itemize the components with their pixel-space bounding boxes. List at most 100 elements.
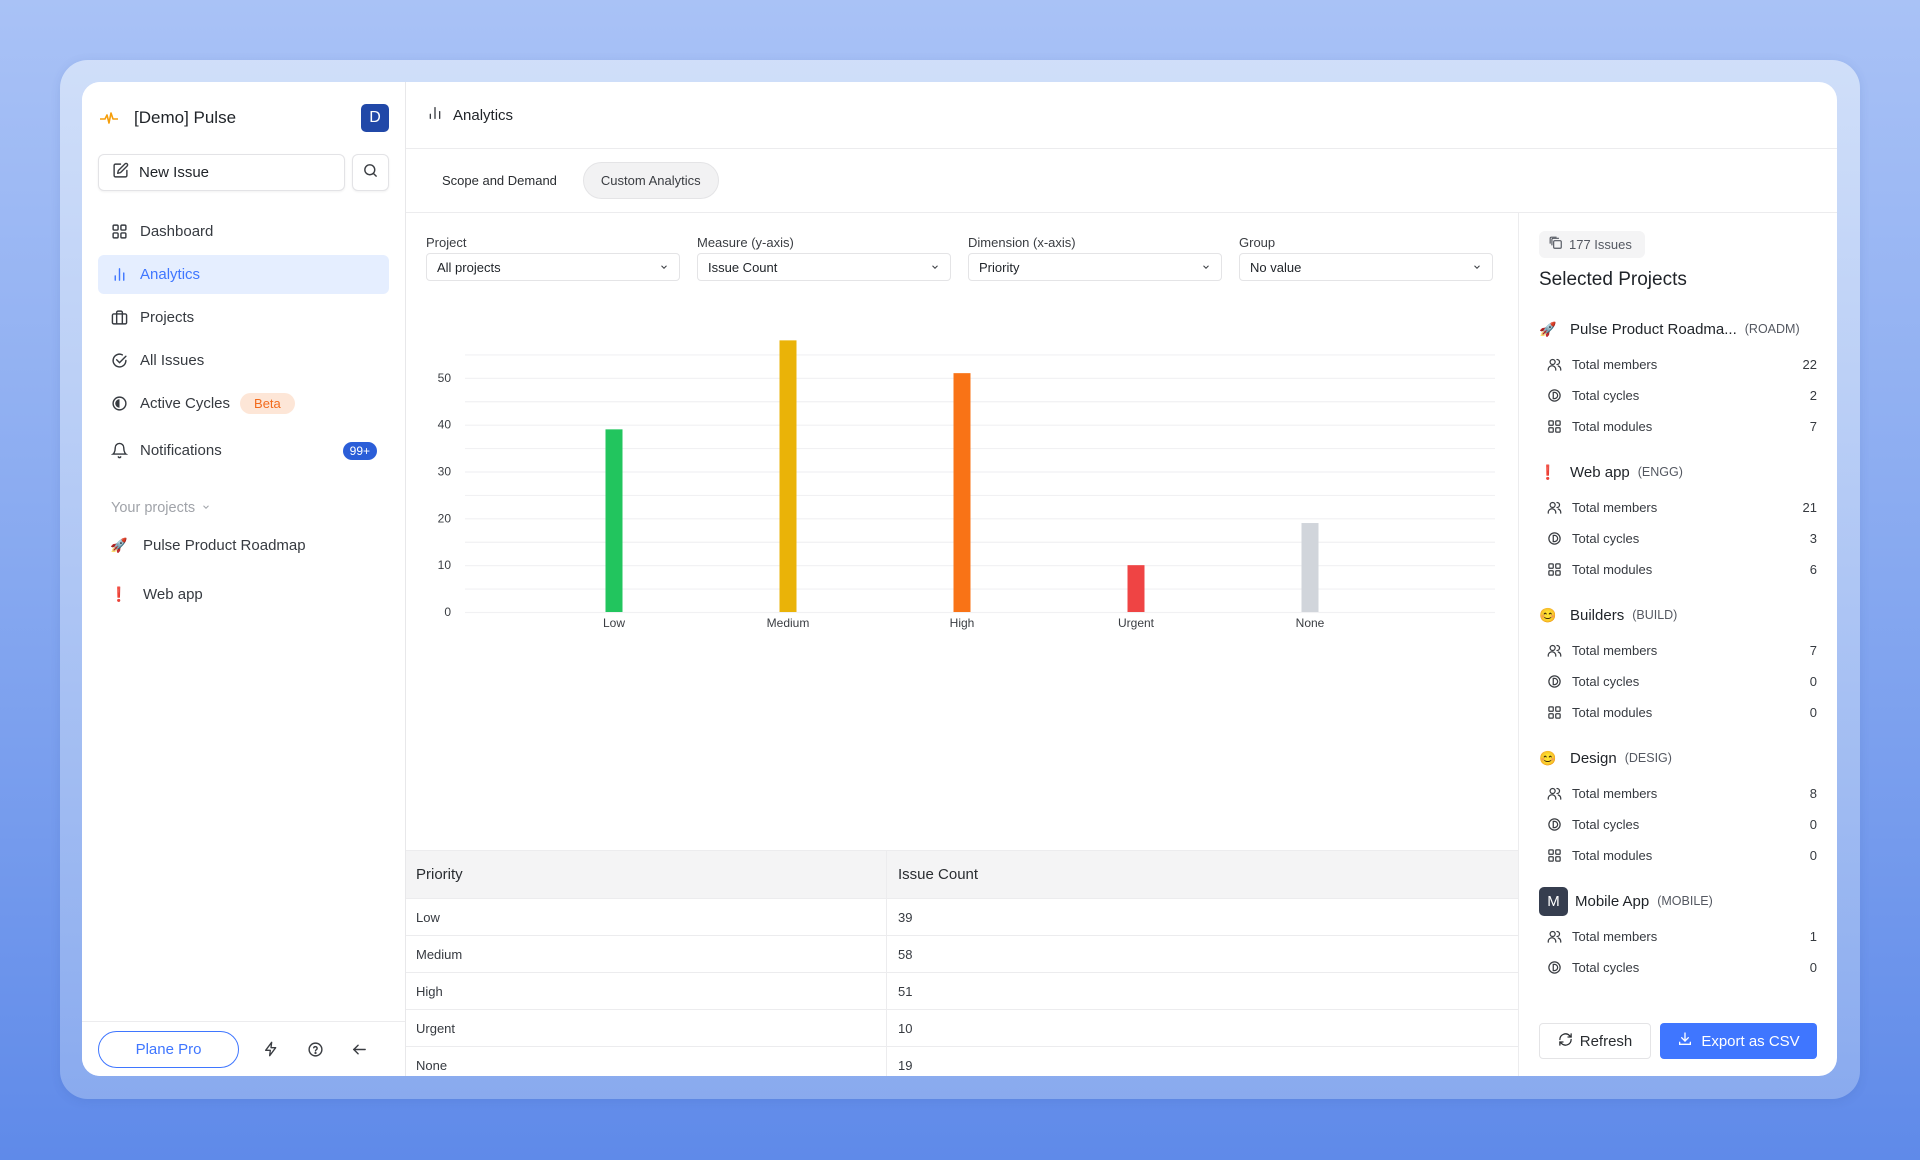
modules-icon bbox=[1547, 705, 1562, 720]
search-icon bbox=[362, 162, 379, 184]
stat-value: 1 bbox=[1809, 929, 1817, 944]
filter-label: Project bbox=[426, 235, 467, 250]
sidebar-item-all-issues[interactable]: All Issues bbox=[98, 341, 389, 380]
stat-label: Total cycles bbox=[1572, 388, 1640, 403]
group-select[interactable]: No value bbox=[1239, 253, 1493, 281]
stat-label: Total members bbox=[1572, 643, 1658, 658]
stat-value: 3 bbox=[1809, 531, 1817, 546]
collapse-sidebar-arrow-icon[interactable] bbox=[349, 1039, 369, 1059]
sidebar-item-analytics[interactable]: Analytics bbox=[98, 255, 389, 294]
project-summary-header: M Mobile App (MOBILE) bbox=[1539, 881, 1817, 921]
check-circle-icon bbox=[110, 352, 128, 370]
selected-projects-list[interactable]: 🚀 Pulse Product Roadma... (ROADM) Total mem… bbox=[1539, 309, 1817, 1014]
project-stat-row: Total cycles 2 bbox=[1539, 380, 1817, 411]
rocket-icon: 🚀 bbox=[110, 537, 128, 553]
y-tick-label: 0 bbox=[444, 605, 451, 619]
layers-icon bbox=[1549, 236, 1563, 253]
sidebar-item-projects[interactable]: Projects bbox=[98, 298, 389, 337]
pulse-icon bbox=[98, 107, 120, 129]
stat-label: Total cycles bbox=[1572, 817, 1640, 832]
stat-label: Total members bbox=[1572, 500, 1658, 515]
tab-scope-and-demand[interactable]: Scope and Demand bbox=[428, 162, 571, 199]
table-cell: 19 bbox=[898, 1057, 913, 1073]
table-row: Low 39 bbox=[406, 899, 1518, 936]
cycle-icon bbox=[1547, 531, 1562, 546]
plane-pro-button[interactable]: Plane Pro bbox=[98, 1030, 239, 1068]
y-tick-label: 30 bbox=[438, 465, 452, 479]
measure-select[interactable]: Issue Count bbox=[697, 253, 951, 281]
bar-urgent[interactable] bbox=[1127, 565, 1145, 612]
project-stat-row: Total members 8 bbox=[1539, 778, 1817, 809]
stat-value: 0 bbox=[1809, 960, 1817, 975]
cycle-icon bbox=[1547, 817, 1562, 832]
bar-chart: 0 10 20 30 40 50 Low Medium High Urgent None bbox=[406, 330, 1518, 723]
members-icon bbox=[1547, 786, 1562, 801]
column-header-priority[interactable]: Priority bbox=[406, 851, 887, 898]
table-cell: 10 bbox=[898, 1020, 913, 1036]
bar-none[interactable] bbox=[1301, 523, 1319, 612]
members-icon bbox=[1547, 357, 1562, 372]
sidebar-item-active-cycles[interactable]: Active Cycles Beta bbox=[98, 384, 389, 423]
y-tick-label: 10 bbox=[438, 558, 452, 572]
grid-icon bbox=[110, 223, 128, 241]
tab-custom-analytics[interactable]: Custom Analytics bbox=[582, 162, 719, 199]
search-button[interactable] bbox=[352, 154, 389, 191]
new-issue-button[interactable]: New Issue bbox=[98, 154, 345, 191]
sidebar-project-pulse-product-roadmap[interactable]: 🚀 Pulse Product Roadmap bbox=[110, 537, 306, 554]
dimension-select[interactable]: Priority bbox=[968, 253, 1222, 281]
bar-high[interactable] bbox=[953, 373, 971, 612]
workspace-name: [Demo] Pulse bbox=[134, 108, 237, 127]
workspace-header[interactable]: [Demo] Pulse D bbox=[98, 102, 389, 134]
project-identifier: (ENGG) bbox=[1637, 465, 1683, 479]
y-tick-label: 40 bbox=[438, 418, 452, 432]
filter-measure: Measure (y-axis) Issue Count bbox=[697, 235, 951, 281]
filter-project: Project All projects bbox=[426, 235, 680, 281]
project-identifier: (DESIG) bbox=[1624, 751, 1672, 765]
x-tick-label: Medium bbox=[767, 616, 810, 630]
stat-label: Total cycles bbox=[1572, 674, 1640, 689]
project-select[interactable]: All projects bbox=[426, 253, 680, 281]
bar-medium[interactable] bbox=[779, 340, 797, 612]
refresh-button[interactable]: Refresh bbox=[1539, 1023, 1651, 1059]
refresh-icon bbox=[1558, 1032, 1573, 1051]
stat-label: Total members bbox=[1572, 357, 1658, 372]
table-cell: None bbox=[406, 1047, 887, 1076]
x-tick-label: Low bbox=[603, 616, 625, 630]
project-name: Pulse Product Roadma... bbox=[1570, 320, 1737, 338]
stat-value: 2 bbox=[1809, 388, 1817, 403]
selected-projects-title: Selected Projects bbox=[1539, 269, 1687, 290]
chevron-down-icon bbox=[930, 260, 940, 275]
bar-low[interactable] bbox=[605, 429, 623, 612]
help-icon[interactable] bbox=[305, 1039, 325, 1059]
stat-value: 21 bbox=[1802, 500, 1817, 515]
sidebar-nav: Dashboard Analytics Projects All Issues bbox=[98, 212, 389, 474]
export-csv-button[interactable]: Export as CSV bbox=[1660, 1023, 1817, 1059]
project-summary: 😊 Design (DESIG) Total members 8 Total cycles… bbox=[1539, 738, 1817, 871]
project-emoji-icon: 🚀 bbox=[1539, 320, 1557, 337]
sidebar-item-label: All Issues bbox=[140, 352, 205, 369]
project-stat-row: Total modules 6 bbox=[1539, 554, 1817, 585]
sidebar-project-web-app[interactable]: ❗ Web app bbox=[110, 586, 203, 603]
filter-label: Group bbox=[1239, 235, 1276, 250]
stat-label: Total modules bbox=[1572, 419, 1653, 434]
project-name: Design bbox=[1570, 749, 1617, 767]
sidebar-item-dashboard[interactable]: Dashboard bbox=[98, 212, 389, 251]
new-issue-label: New Issue bbox=[139, 164, 210, 181]
chevron-down-icon bbox=[201, 500, 211, 516]
workspace-avatar[interactable]: D bbox=[361, 104, 389, 132]
select-value: No value bbox=[1250, 259, 1302, 275]
select-value: Issue Count bbox=[708, 259, 778, 275]
briefcase-icon bbox=[110, 309, 128, 327]
modules-icon bbox=[1547, 562, 1562, 577]
x-tick-label: None bbox=[1296, 616, 1325, 630]
main-area: Analytics Scope and Demand Custom Analyt… bbox=[406, 82, 1837, 1076]
your-projects-toggle[interactable]: Your projects bbox=[111, 500, 211, 516]
sidebar-item-notifications[interactable]: Notifications 99+ bbox=[98, 431, 389, 470]
column-header-issue-count[interactable]: Issue Count bbox=[887, 851, 1518, 898]
lightning-icon[interactable] bbox=[261, 1039, 281, 1059]
project-label: Web app bbox=[143, 586, 203, 603]
project-summary: M Mobile App (MOBILE) Total members 1 Total c… bbox=[1539, 881, 1817, 983]
table-cell: Urgent bbox=[406, 1010, 887, 1046]
stat-value: 0 bbox=[1809, 817, 1817, 832]
filter-group: Group No value bbox=[1239, 235, 1493, 281]
